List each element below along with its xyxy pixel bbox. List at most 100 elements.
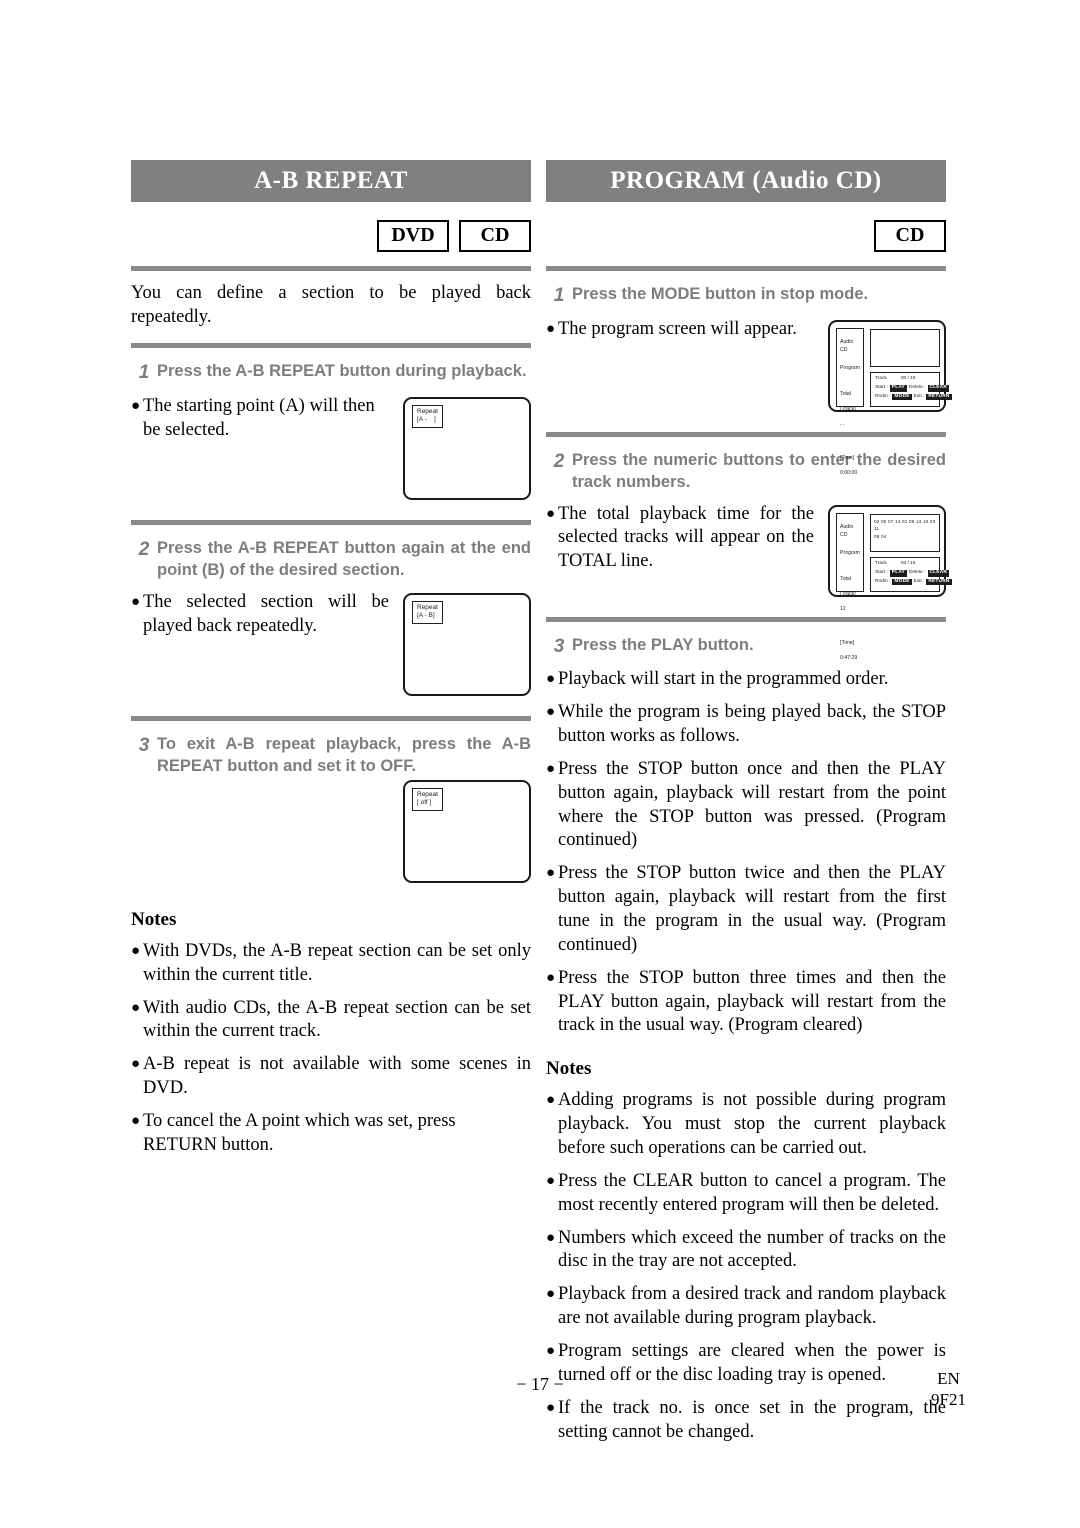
bullet-text: Press the STOP button three times and th… (558, 967, 946, 1036)
osd-control-legend: Track 04 / 15 Start : PLAY Delete : CLEA… (870, 556, 952, 592)
step-number: 2 (553, 450, 565, 472)
note-text: A-B repeat is not available with some sc… (143, 1054, 531, 1099)
divider-rule (546, 431, 946, 437)
tv-screen-illustration-off: Repeat[ off ] (403, 779, 531, 883)
osd-track-counter-value: 00 / 15 (900, 375, 916, 381)
step-1-body: Repeat [A - ] ● The starting point (A) wi… (131, 395, 531, 506)
osd-status-panel: Audio CD Program Total [Track] 12 [Time]… (836, 512, 864, 661)
osd-exit-key: RETURN (926, 579, 952, 586)
bullet-text: The program screen will appear. (558, 318, 797, 339)
bullet-item: ● The starting point (A) will then be se… (131, 395, 389, 443)
step-2-body: Repeat [A - B] ● The selected section wil… (131, 591, 531, 702)
osd-random-key: MODE (892, 579, 912, 586)
intro-paragraph: You can define a section to be played ba… (131, 283, 531, 327)
osd-time-value: 0:47:29 (840, 655, 858, 662)
bullet-dot: ● (546, 320, 556, 337)
osd-delete-key: CLEAR (927, 570, 950, 577)
bullet-dot: ● (546, 704, 556, 721)
osd-start-label: Start : (875, 385, 888, 391)
bullet-dot: ● (546, 1286, 556, 1303)
osd-repeat-value: [ off ] (417, 798, 432, 806)
step-number: 1 (553, 285, 565, 306)
section-ab-repeat: A-B REPEAT DVD CD You can define a secti… (131, 160, 531, 1158)
divider-rule (546, 266, 946, 271)
step-instruction: To exit A-B repeat playback, press the A… (157, 734, 531, 775)
step-1: 1 Press the A-B REPEAT button during pla… (131, 361, 531, 386)
notes-heading-left: Notes (131, 908, 177, 930)
footer-codes: EN 9F21 (931, 1368, 966, 1411)
bullet-text: The selected section will be played back… (143, 591, 389, 636)
bullet-dot: ● (546, 671, 556, 688)
divider-rule (131, 266, 531, 271)
note-item: ● If the track no. is once set in the pr… (546, 1397, 946, 1445)
tv-screen-illustration-a: Repeat [A - ] (403, 397, 531, 501)
osd-total-label: Total (840, 391, 851, 398)
bullet-text: Playback will start in the programmed or… (558, 669, 889, 690)
divider-rule (131, 343, 531, 349)
program-osd-illustration-empty: Audio CD Program Total [Track] - - [Time… (828, 319, 952, 476)
bullet-dot: ● (131, 593, 141, 610)
bullet-text: Press the STOP button once and then the … (558, 758, 946, 851)
note-text: Adding programs is not possible during p… (558, 1090, 946, 1158)
note-item: ● Playback from a desired track and rand… (546, 1283, 946, 1331)
note-item: ● With DVDs, the A-B repeat section can … (131, 940, 531, 988)
bullet-item: ● The program screen will appear. (546, 318, 814, 342)
osd-repeat-label: Repeat (417, 790, 438, 798)
osd-status-panel: Audio CD Program Total [Track] - - [Time… (836, 327, 864, 476)
bullet-dot: ● (131, 1056, 141, 1073)
media-badge-row-left: DVD CD (131, 220, 531, 252)
divider-rule (131, 715, 531, 721)
bullet-dot: ● (546, 760, 556, 777)
note-item: ● Numbers which exceed the number of tra… (546, 1227, 946, 1275)
osd-start-key: PLAY (889, 385, 907, 392)
osd-exit-key: RETURN (926, 394, 952, 401)
bullet-dot: ● (546, 1172, 556, 1189)
media-badge-dvd: DVD (377, 220, 449, 252)
step-number: 3 (138, 734, 150, 756)
step-2: 2 Press the A-B REPEAT button again at t… (131, 538, 531, 582)
note-item: ● Press the CLEAR button to cancel a pro… (546, 1170, 946, 1218)
note-text: Press the CLEAR button to cancel a progr… (558, 1170, 946, 1215)
step-3: 3 To exit A-B repeat playback, press the… (131, 734, 531, 778)
osd-start-label: Start : (875, 570, 888, 576)
bullet-dot: ● (546, 969, 556, 986)
osd-track-counter-value: 04 / 15 (900, 560, 916, 566)
osd-delete-label: Delete : (908, 385, 926, 391)
bullet-dot: ● (546, 865, 556, 882)
language-code: EN (937, 1369, 960, 1388)
section-program-audio-cd: PROGRAM (Audio CD) CD 1 Press the MODE b… (546, 160, 952, 1445)
media-badge-row-right: CD (546, 220, 946, 252)
bullet-dot: ● (131, 942, 141, 959)
bullet-dot: ● (131, 999, 141, 1016)
osd-track-counter-label: Track (875, 375, 887, 381)
osd-track-label: [Track] (840, 591, 856, 598)
step-instruction: Press the numeric buttons to enter the d… (572, 450, 946, 491)
note-text: Numbers which exceed the number of track… (558, 1227, 946, 1272)
note-text: With audio CDs, the A-B repeat section c… (143, 997, 531, 1042)
osd-delete-label: Delete : (908, 570, 926, 576)
osd-track-value: 12 (840, 606, 846, 613)
note-item: ● To cancel the A point which was set, p… (131, 1110, 531, 1158)
step-number: 1 (138, 362, 150, 384)
osd-total-label: Total (840, 576, 851, 583)
media-badge-cd: CD (874, 220, 946, 252)
note-text: Playback from a desired track and random… (558, 1284, 946, 1329)
note-item: ● Adding programs is not possible during… (546, 1089, 946, 1161)
note-text: To cancel the A point which was set, pre… (143, 1110, 456, 1155)
bullet-item: ● Press the STOP button three times and … (546, 967, 946, 1039)
osd-track-row-2: 08 04 (874, 534, 887, 540)
osd-repeat-indicator: Repeat [A - B] (412, 600, 443, 625)
step-1-body: Audio CD Program Total [Track] - - [Time… (546, 318, 952, 476)
bullet-dot: ● (131, 1112, 141, 1129)
note-item: ● A-B repeat is not available with some … (131, 1053, 531, 1101)
section-title-program: PROGRAM (Audio CD) (546, 160, 946, 202)
note-text: If the track no. is once set in the prog… (558, 1397, 946, 1442)
osd-time-label: [Time] (840, 640, 855, 647)
bullet-item: ● Playback will start in the programmed … (546, 668, 946, 692)
osd-delete-key: CLEAR (927, 385, 950, 392)
osd-repeat-value: [A - ] (417, 416, 436, 424)
osd-track-value: - - (840, 421, 845, 428)
bullet-text: The starting point (A) will then be sele… (143, 396, 375, 440)
bullet-text: Press the STOP button twice and then the… (558, 863, 946, 955)
notes-heading-right: Notes (546, 1058, 592, 1080)
